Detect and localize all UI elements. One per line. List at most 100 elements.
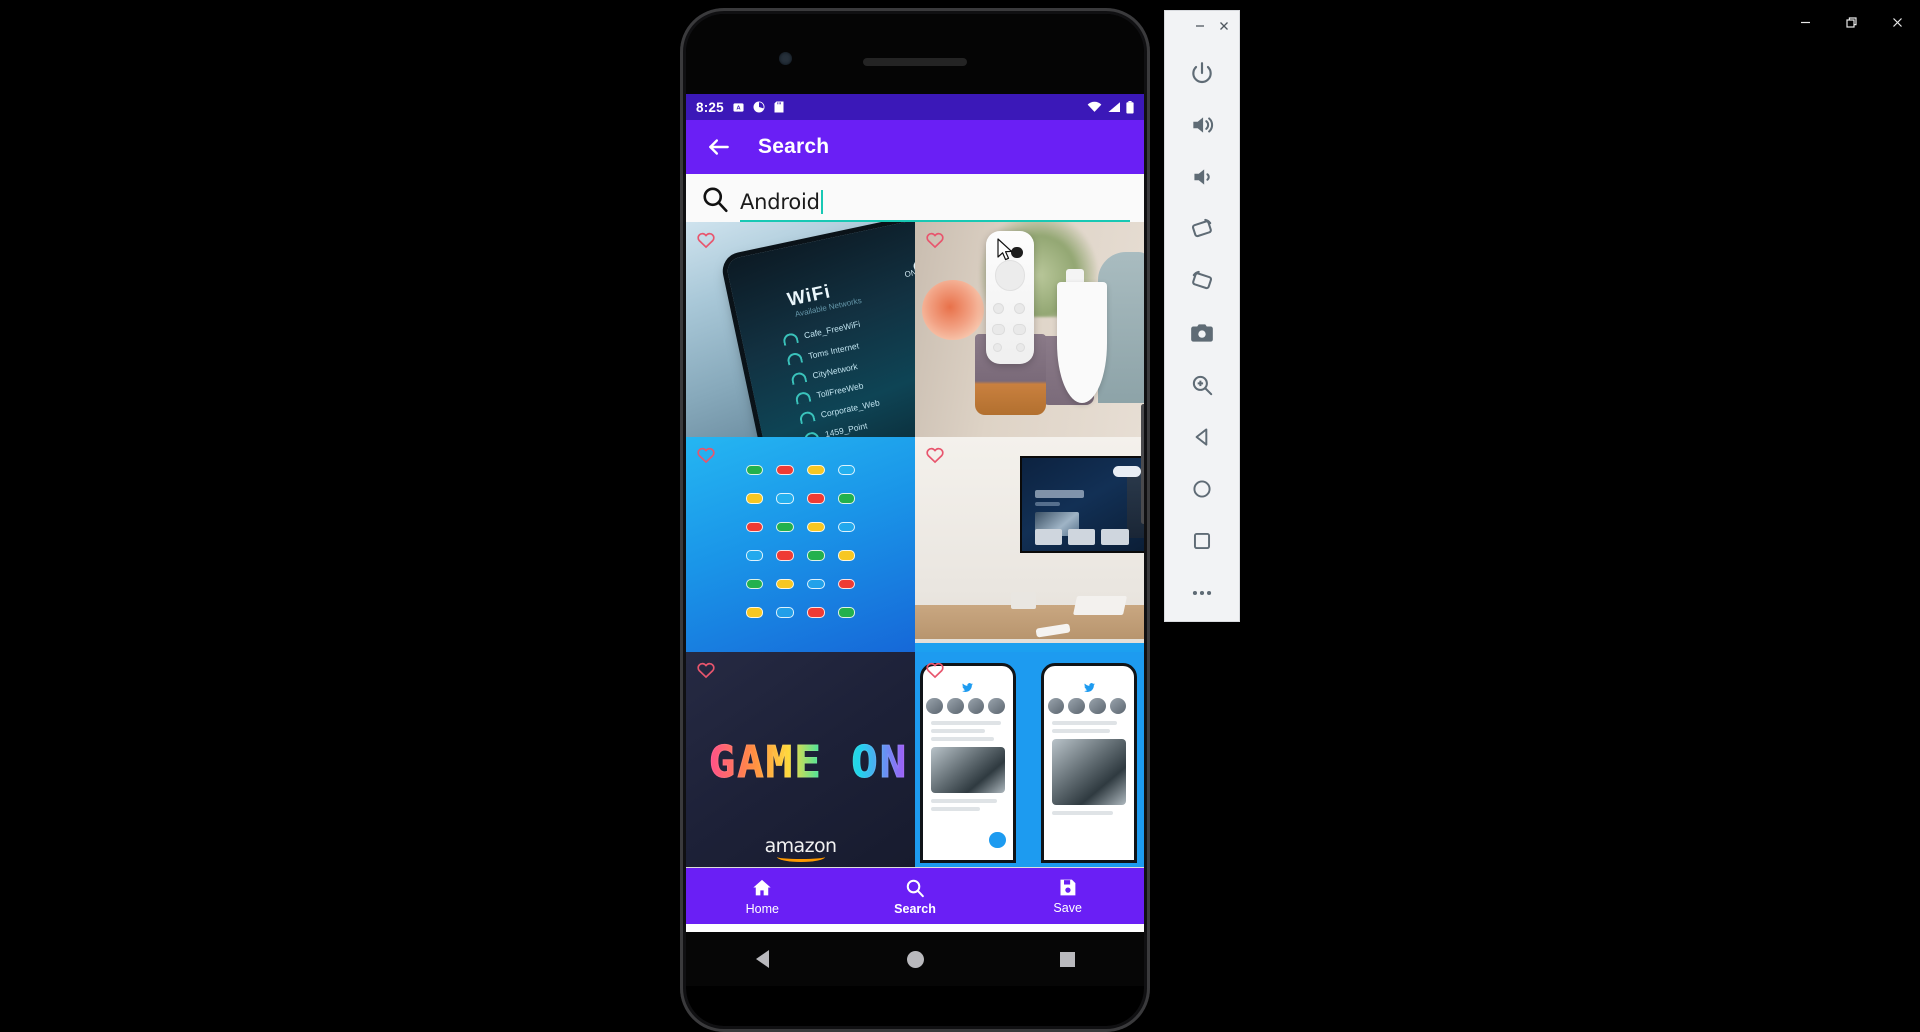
bottom-navigation-bar: Home Search Save [686, 868, 1144, 924]
back-icon[interactable] [1176, 411, 1228, 463]
tv-ui-subtitle [1034, 501, 1060, 506]
nav-item-save[interactable]: Save [991, 877, 1144, 915]
tw-text-line [1051, 728, 1110, 733]
remote-button [991, 323, 1006, 335]
tv-screen [1020, 456, 1144, 554]
result-image [915, 652, 1144, 867]
page-title: Search [758, 135, 830, 158]
nav-item-search[interactable]: Search [839, 877, 992, 916]
wifi-network-name: Corporate_Web [819, 397, 881, 420]
system-overview-button[interactable] [991, 951, 1144, 967]
avatar [1089, 697, 1106, 715]
remote-button [1013, 302, 1026, 315]
tw-stories-row [1044, 695, 1134, 717]
tw-media-thumbnail [930, 746, 1005, 794]
phone-screen: 8:25 A Search Android WiFi ON Available … [686, 94, 1144, 932]
android-system-navigation [686, 932, 1144, 986]
volume-up-icon[interactable] [1176, 99, 1228, 151]
search-results-grid: WiFi ON Available Networks Cafe_FreeWiFi… [686, 222, 1144, 868]
overview-icon[interactable] [1176, 515, 1228, 567]
tw-text-line [930, 807, 981, 812]
app-bar: Search [686, 120, 1144, 174]
app-tile [776, 464, 794, 476]
avatar [1109, 697, 1127, 715]
window-restore-button[interactable] [1828, 7, 1874, 37]
tv-thumbnail [1067, 528, 1096, 545]
camera-icon[interactable] [1176, 307, 1228, 359]
wifi-network-name: Toms Internet [806, 339, 860, 361]
nav-label-home: Home [745, 901, 779, 916]
tw-text-line [1051, 810, 1114, 815]
tw-text-line [1051, 720, 1117, 725]
wifi-network-row: 1459_Point [801, 420, 868, 437]
app-tile [745, 521, 764, 533]
result-card-chromecast[interactable] [915, 222, 1144, 437]
wifi-signal-icon [797, 410, 815, 425]
window-close-button[interactable] [1874, 7, 1920, 37]
rotate-left-icon[interactable] [1176, 203, 1228, 255]
app-tile [776, 607, 794, 618]
wifi-signal-icon [801, 430, 819, 437]
tw-text-line [930, 736, 994, 741]
avatar [988, 697, 1005, 715]
more-options-icon[interactable] [1176, 567, 1228, 619]
favorite-heart-icon[interactable] [925, 445, 945, 465]
wifi-icon [1087, 101, 1102, 113]
cast-flower [921, 280, 984, 341]
result-card-twitter-phones[interactable] [915, 652, 1144, 867]
device-side-button[interactable] [1141, 404, 1144, 524]
home-icon[interactable] [1176, 463, 1228, 515]
favorite-heart-icon[interactable] [696, 230, 716, 250]
power-icon[interactable] [1176, 47, 1228, 99]
app-tile [807, 464, 825, 476]
result-image: GAME ON amazon [686, 652, 915, 867]
favorite-heart-icon[interactable] [696, 660, 716, 680]
favorite-heart-icon[interactable] [925, 660, 945, 680]
result-card-game-on[interactable]: GAME ON amazon [686, 652, 915, 867]
amazon-smile-icon [776, 852, 825, 862]
avatar [967, 697, 985, 715]
app-tile [807, 578, 825, 590]
status-bar-right-icons [1087, 100, 1134, 114]
result-card-wifi-phone[interactable]: WiFi ON Available Networks Cafe_FreeWiFi… [686, 222, 915, 437]
favorite-heart-icon[interactable] [696, 445, 716, 465]
app-tile [745, 607, 764, 618]
search-bar: Android [686, 174, 1144, 222]
app-tile [807, 493, 825, 504]
emulator-close-button[interactable] [1213, 15, 1235, 37]
search-icon[interactable] [700, 184, 730, 214]
search-input[interactable]: Android [740, 184, 1130, 222]
volume-down-icon[interactable] [1176, 151, 1228, 203]
nav-label-save: Save [1053, 901, 1082, 915]
game-on-headline: GAME ON [708, 737, 909, 789]
remote-power-button [1010, 246, 1023, 259]
avatar [1068, 697, 1085, 715]
wifi-signal-icon [781, 331, 799, 346]
tv-ui-pill [1113, 465, 1141, 477]
wifi-network-name: CityNetwork [811, 360, 858, 381]
result-card-app-grid[interactable] [686, 437, 915, 652]
tw-status-row [1044, 666, 1134, 680]
remote-button [1012, 323, 1027, 335]
wifi-signal-icon [789, 371, 807, 386]
rotate-right-icon[interactable] [1176, 255, 1228, 307]
twitter-bird-icon [923, 679, 1013, 695]
window-minimize-button[interactable] [1782, 7, 1828, 37]
app-tile [776, 493, 794, 504]
signal-icon [1107, 101, 1121, 113]
system-back-button[interactable] [686, 950, 839, 968]
zoom-in-icon[interactable] [1176, 359, 1228, 411]
nav-label-search: Search [894, 901, 936, 916]
wifi-signal-icon [785, 351, 803, 366]
result-card-tv-wall[interactable] [915, 437, 1144, 652]
app-tile [807, 550, 825, 561]
nav-item-home[interactable]: Home [686, 877, 839, 916]
overview-square-icon [1060, 951, 1076, 967]
emulator-minimize-button[interactable] [1189, 15, 1211, 37]
emulator-tool-list [1165, 41, 1239, 621]
back-arrow-icon[interactable] [706, 134, 732, 160]
wifi-state: ON [903, 267, 915, 280]
favorite-heart-icon[interactable] [925, 230, 945, 250]
app-notification-icon: A [733, 102, 744, 113]
system-home-button[interactable] [839, 950, 992, 968]
